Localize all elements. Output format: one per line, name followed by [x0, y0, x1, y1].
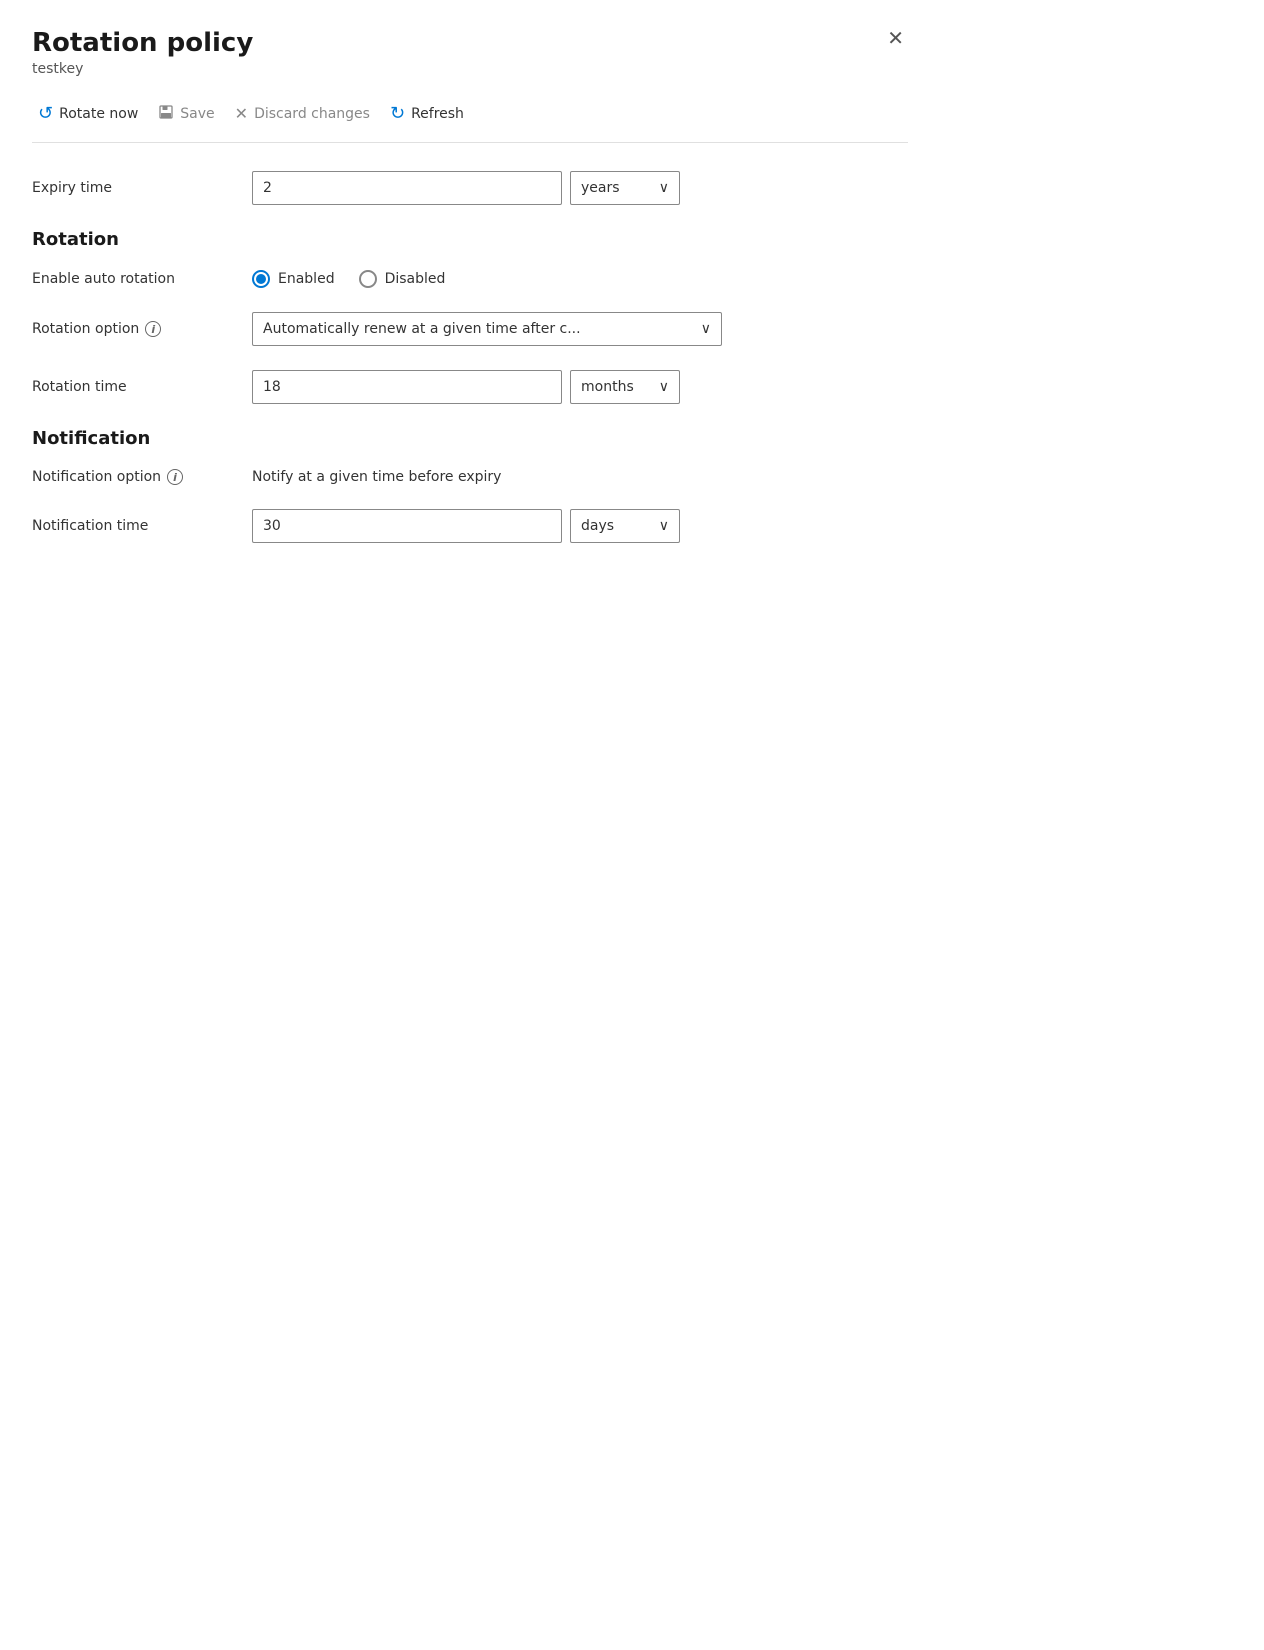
rotation-option-label: Rotation option i — [32, 321, 252, 337]
notification-option-value: Notify at a given time before expiry — [252, 469, 501, 485]
discard-label: Discard changes — [254, 106, 370, 122]
panel-subtitle: testkey — [32, 61, 253, 77]
auto-rotation-radio-group: Enabled Disabled — [252, 270, 445, 288]
expiry-unit-select[interactable]: years ∨ — [570, 171, 680, 205]
save-icon — [158, 104, 174, 124]
notification-time-label: Notification time — [32, 518, 252, 534]
rotation-option-value: Automatically renew at a given time afte… — [263, 321, 581, 337]
expiry-time-row: Expiry time years ∨ — [32, 171, 908, 205]
notification-time-unit-label: days — [581, 518, 614, 534]
enabled-radio[interactable] — [252, 270, 270, 288]
notification-time-unit-chevron: ∨ — [659, 518, 669, 534]
notification-option-info-icon[interactable]: i — [167, 469, 183, 485]
notification-time-input[interactable] — [252, 509, 562, 543]
auto-rotation-controls: Enabled Disabled — [252, 270, 908, 288]
toolbar: ↺ Rotate now Save ✕ Discard changes ↻ Re… — [32, 97, 908, 143]
notification-time-row: Notification time days ∨ — [32, 509, 908, 543]
notification-time-unit-select[interactable]: days ∨ — [570, 509, 680, 543]
rotation-policy-panel: Rotation policy testkey ✕ ↺ Rotate now S… — [0, 0, 940, 1050]
notification-option-controls: Notify at a given time before expiry — [252, 469, 908, 485]
rotation-time-unit-chevron: ∨ — [659, 379, 669, 395]
notification-time-controls: days ∨ — [252, 509, 908, 543]
discard-changes-button[interactable]: ✕ Discard changes — [229, 98, 384, 129]
notification-option-label: Notification option i — [32, 469, 252, 485]
rotate-now-label: Rotate now — [59, 106, 138, 122]
disabled-radio[interactable] — [359, 270, 377, 288]
expiry-time-label: Expiry time — [32, 180, 252, 196]
refresh-button[interactable]: ↻ Refresh — [384, 97, 478, 130]
rotation-time-input[interactable] — [252, 370, 562, 404]
rotation-option-chevron: ∨ — [701, 321, 711, 337]
notification-section-label: Notification — [32, 428, 908, 449]
enabled-label: Enabled — [278, 271, 335, 287]
expiry-unit-label: years — [581, 180, 620, 196]
expiry-unit-chevron: ∨ — [659, 180, 669, 196]
rotation-time-label: Rotation time — [32, 379, 252, 395]
rotation-section-label: Rotation — [32, 229, 908, 250]
panel-header: Rotation policy testkey ✕ — [32, 28, 908, 93]
discard-icon: ✕ — [235, 104, 248, 123]
enabled-option[interactable]: Enabled — [252, 270, 335, 288]
expiry-time-input[interactable] — [252, 171, 562, 205]
rotation-option-info-icon[interactable]: i — [145, 321, 161, 337]
panel-title: Rotation policy — [32, 28, 253, 59]
save-button[interactable]: Save — [152, 98, 228, 130]
refresh-icon: ↻ — [390, 103, 405, 124]
title-group: Rotation policy testkey — [32, 28, 253, 93]
rotation-time-unit-select[interactable]: months ∨ — [570, 370, 680, 404]
save-label: Save — [180, 106, 214, 122]
close-icon: ✕ — [887, 26, 904, 50]
refresh-label: Refresh — [411, 106, 464, 122]
auto-rotation-row: Enable auto rotation Enabled Disabled — [32, 270, 908, 288]
close-button[interactable]: ✕ — [883, 24, 908, 52]
rotate-now-button[interactable]: ↺ Rotate now — [32, 97, 152, 130]
rotation-option-select[interactable]: Automatically renew at a given time afte… — [252, 312, 722, 346]
rotation-time-unit-label: months — [581, 379, 634, 395]
notification-option-row: Notification option i Notify at a given … — [32, 469, 908, 485]
rotation-option-row: Rotation option i Automatically renew at… — [32, 312, 908, 346]
rotation-option-controls: Automatically renew at a given time afte… — [252, 312, 908, 346]
auto-rotation-label: Enable auto rotation — [32, 271, 252, 287]
rotation-time-row: Rotation time months ∨ — [32, 370, 908, 404]
rotation-time-controls: months ∨ — [252, 370, 908, 404]
disabled-label: Disabled — [385, 271, 446, 287]
disabled-option[interactable]: Disabled — [359, 270, 446, 288]
rotate-icon: ↺ — [38, 103, 53, 124]
expiry-controls: years ∨ — [252, 171, 908, 205]
